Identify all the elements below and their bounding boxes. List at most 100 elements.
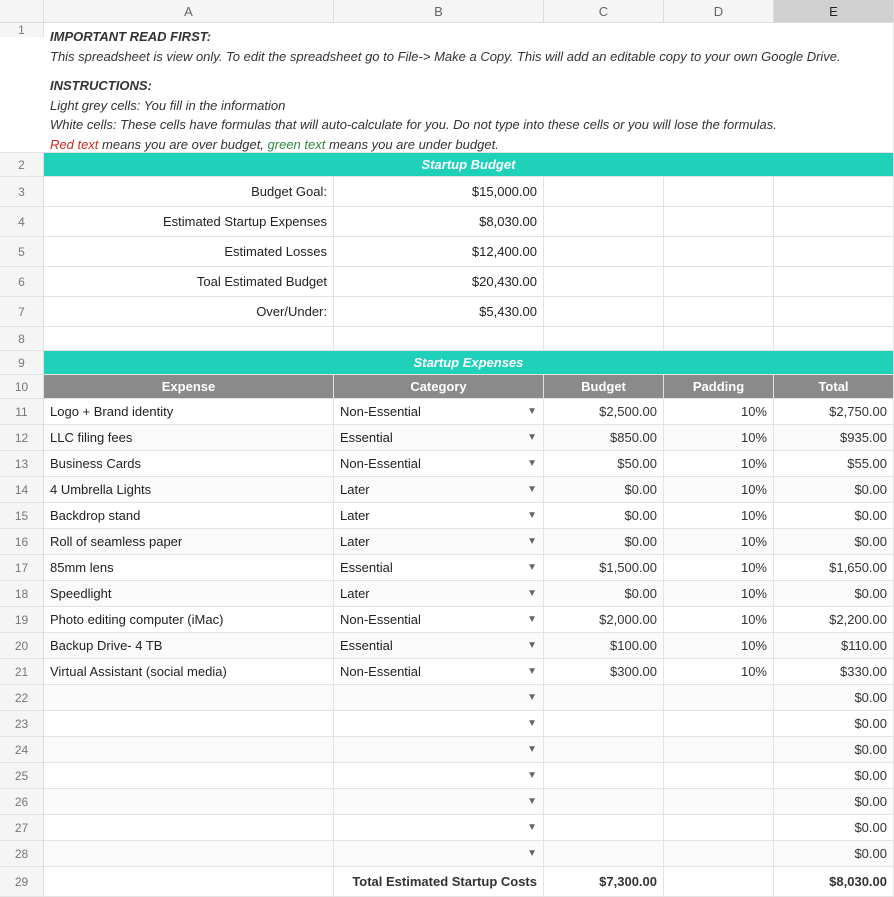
cell-D29[interactable] (664, 867, 774, 896)
total-cell-18[interactable]: $0.00 (774, 581, 894, 606)
row-header-6[interactable]: 6 (0, 267, 44, 296)
col-header-E[interactable]: E (774, 0, 894, 22)
cell-E8[interactable] (774, 327, 894, 350)
dropdown-icon[interactable]: ▼ (527, 432, 537, 443)
padding-cell-27[interactable] (664, 815, 774, 840)
padding-cell-28[interactable] (664, 841, 774, 866)
row-header-26[interactable]: 26 (0, 789, 44, 814)
row-header-3[interactable]: 3 (0, 177, 44, 206)
padding-cell-15[interactable]: 10% (664, 503, 774, 528)
row-header-8[interactable]: 8 (0, 327, 44, 350)
cell-C7[interactable] (544, 297, 664, 326)
cell-D7[interactable] (664, 297, 774, 326)
col-header-B[interactable]: B (334, 0, 544, 22)
cell-E3[interactable] (774, 177, 894, 206)
summary-value-2[interactable]: $12,400.00 (334, 237, 544, 266)
category-cell-16[interactable]: Later▼ (334, 529, 544, 554)
padding-cell-11[interactable]: 10% (664, 399, 774, 424)
dropdown-icon[interactable]: ▼ (527, 744, 537, 755)
cell-C3[interactable] (544, 177, 664, 206)
row-header-22[interactable]: 22 (0, 685, 44, 710)
cell-E6[interactable] (774, 267, 894, 296)
expense-cell-24[interactable] (44, 737, 334, 762)
dropdown-icon[interactable]: ▼ (527, 536, 537, 547)
padding-cell-24[interactable] (664, 737, 774, 762)
cell-D5[interactable] (664, 237, 774, 266)
expense-cell-15[interactable]: Backdrop stand (44, 503, 334, 528)
row-header-1[interactable]: 1 (0, 23, 44, 37)
total-cell-14[interactable]: $0.00 (774, 477, 894, 502)
header-budget[interactable]: Budget (544, 375, 664, 398)
row-header-19[interactable]: 19 (0, 607, 44, 632)
dropdown-icon[interactable]: ▼ (527, 614, 537, 625)
row-header-2[interactable]: 2 (0, 153, 44, 176)
total-cell-13[interactable]: $55.00 (774, 451, 894, 476)
padding-cell-18[interactable]: 10% (664, 581, 774, 606)
category-cell-20[interactable]: Essential▼ (334, 633, 544, 658)
row-header-17[interactable]: 17 (0, 555, 44, 580)
row-header-20[interactable]: 20 (0, 633, 44, 658)
dropdown-icon[interactable]: ▼ (527, 510, 537, 521)
category-cell-13[interactable]: Non-Essential▼ (334, 451, 544, 476)
expense-cell-27[interactable] (44, 815, 334, 840)
category-cell-22[interactable]: ▼ (334, 685, 544, 710)
summary-label-4[interactable]: Over/Under: (44, 297, 334, 326)
budget-cell-21[interactable]: $300.00 (544, 659, 664, 684)
budget-cell-19[interactable]: $2,000.00 (544, 607, 664, 632)
padding-cell-13[interactable]: 10% (664, 451, 774, 476)
summary-label-3[interactable]: Toal Estimated Budget (44, 267, 334, 296)
cell-D6[interactable] (664, 267, 774, 296)
category-cell-26[interactable]: ▼ (334, 789, 544, 814)
cell-C6[interactable] (544, 267, 664, 296)
cell-A29[interactable] (44, 867, 334, 896)
total-cell-22[interactable]: $0.00 (774, 685, 894, 710)
expense-cell-14[interactable]: 4 Umbrella Lights (44, 477, 334, 502)
row-header-11[interactable]: 11 (0, 399, 44, 424)
category-cell-14[interactable]: Later▼ (334, 477, 544, 502)
row-header-25[interactable]: 25 (0, 763, 44, 788)
dropdown-icon[interactable]: ▼ (527, 484, 537, 495)
row-header-9[interactable]: 9 (0, 351, 44, 374)
row-header-15[interactable]: 15 (0, 503, 44, 528)
budget-cell-25[interactable] (544, 763, 664, 788)
row-header-14[interactable]: 14 (0, 477, 44, 502)
cell-D3[interactable] (664, 177, 774, 206)
row-header-18[interactable]: 18 (0, 581, 44, 606)
total-cell-27[interactable]: $0.00 (774, 815, 894, 840)
cell-D8[interactable] (664, 327, 774, 350)
category-cell-12[interactable]: Essential▼ (334, 425, 544, 450)
total-cell-25[interactable]: $0.00 (774, 763, 894, 788)
padding-cell-14[interactable]: 10% (664, 477, 774, 502)
padding-cell-17[interactable]: 10% (664, 555, 774, 580)
category-cell-17[interactable]: Essential▼ (334, 555, 544, 580)
budget-cell-24[interactable] (544, 737, 664, 762)
budget-cell-13[interactable]: $50.00 (544, 451, 664, 476)
row-header-12[interactable]: 12 (0, 425, 44, 450)
header-padding[interactable]: Padding (664, 375, 774, 398)
category-cell-28[interactable]: ▼ (334, 841, 544, 866)
budget-cell-28[interactable] (544, 841, 664, 866)
padding-cell-19[interactable]: 10% (664, 607, 774, 632)
padding-cell-12[interactable]: 10% (664, 425, 774, 450)
row-header-16[interactable]: 16 (0, 529, 44, 554)
category-cell-23[interactable]: ▼ (334, 711, 544, 736)
total-cell-23[interactable]: $0.00 (774, 711, 894, 736)
cell-C8[interactable] (544, 327, 664, 350)
summary-label-0[interactable]: Budget Goal: (44, 177, 334, 206)
row-header-4[interactable]: 4 (0, 207, 44, 236)
expense-cell-18[interactable]: Speedlight (44, 581, 334, 606)
expense-cell-28[interactable] (44, 841, 334, 866)
total-cell-28[interactable]: $0.00 (774, 841, 894, 866)
summary-value-3[interactable]: $20,430.00 (334, 267, 544, 296)
expense-cell-19[interactable]: Photo editing computer (iMac) (44, 607, 334, 632)
row-header-5[interactable]: 5 (0, 237, 44, 266)
dropdown-icon[interactable]: ▼ (527, 458, 537, 469)
padding-cell-23[interactable] (664, 711, 774, 736)
budget-cell-11[interactable]: $2,500.00 (544, 399, 664, 424)
header-total[interactable]: Total (774, 375, 894, 398)
budget-cell-14[interactable]: $0.00 (544, 477, 664, 502)
expense-cell-13[interactable]: Business Cards (44, 451, 334, 476)
cell-B8[interactable] (334, 327, 544, 350)
startup-expenses-title[interactable]: Startup Expenses (44, 351, 894, 374)
instructions-cell[interactable]: IMPORTANT READ FIRST: This spreadsheet i… (44, 23, 894, 158)
